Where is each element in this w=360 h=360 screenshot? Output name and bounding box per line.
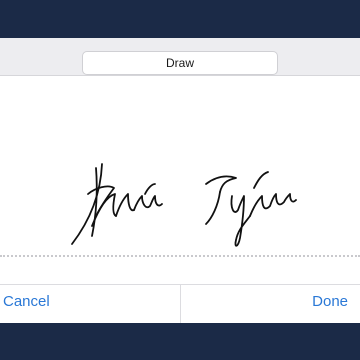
action-separator (180, 285, 181, 323)
done-button[interactable]: Done (312, 293, 348, 310)
signature-baseline (0, 255, 360, 257)
signature-sheet: Draw Cancel Done (0, 38, 360, 323)
action-row: Cancel Done (0, 285, 360, 323)
draw-mode-tab[interactable]: Draw (82, 51, 278, 75)
signature-canvas[interactable] (0, 76, 360, 283)
signature-drawing (71, 163, 297, 247)
screen: Draw Cancel Done (0, 0, 360, 360)
cancel-button[interactable]: Cancel (3, 293, 50, 310)
mode-segment-bar: Draw (0, 38, 360, 76)
bottom-bar (0, 323, 360, 360)
top-bar (0, 0, 360, 38)
